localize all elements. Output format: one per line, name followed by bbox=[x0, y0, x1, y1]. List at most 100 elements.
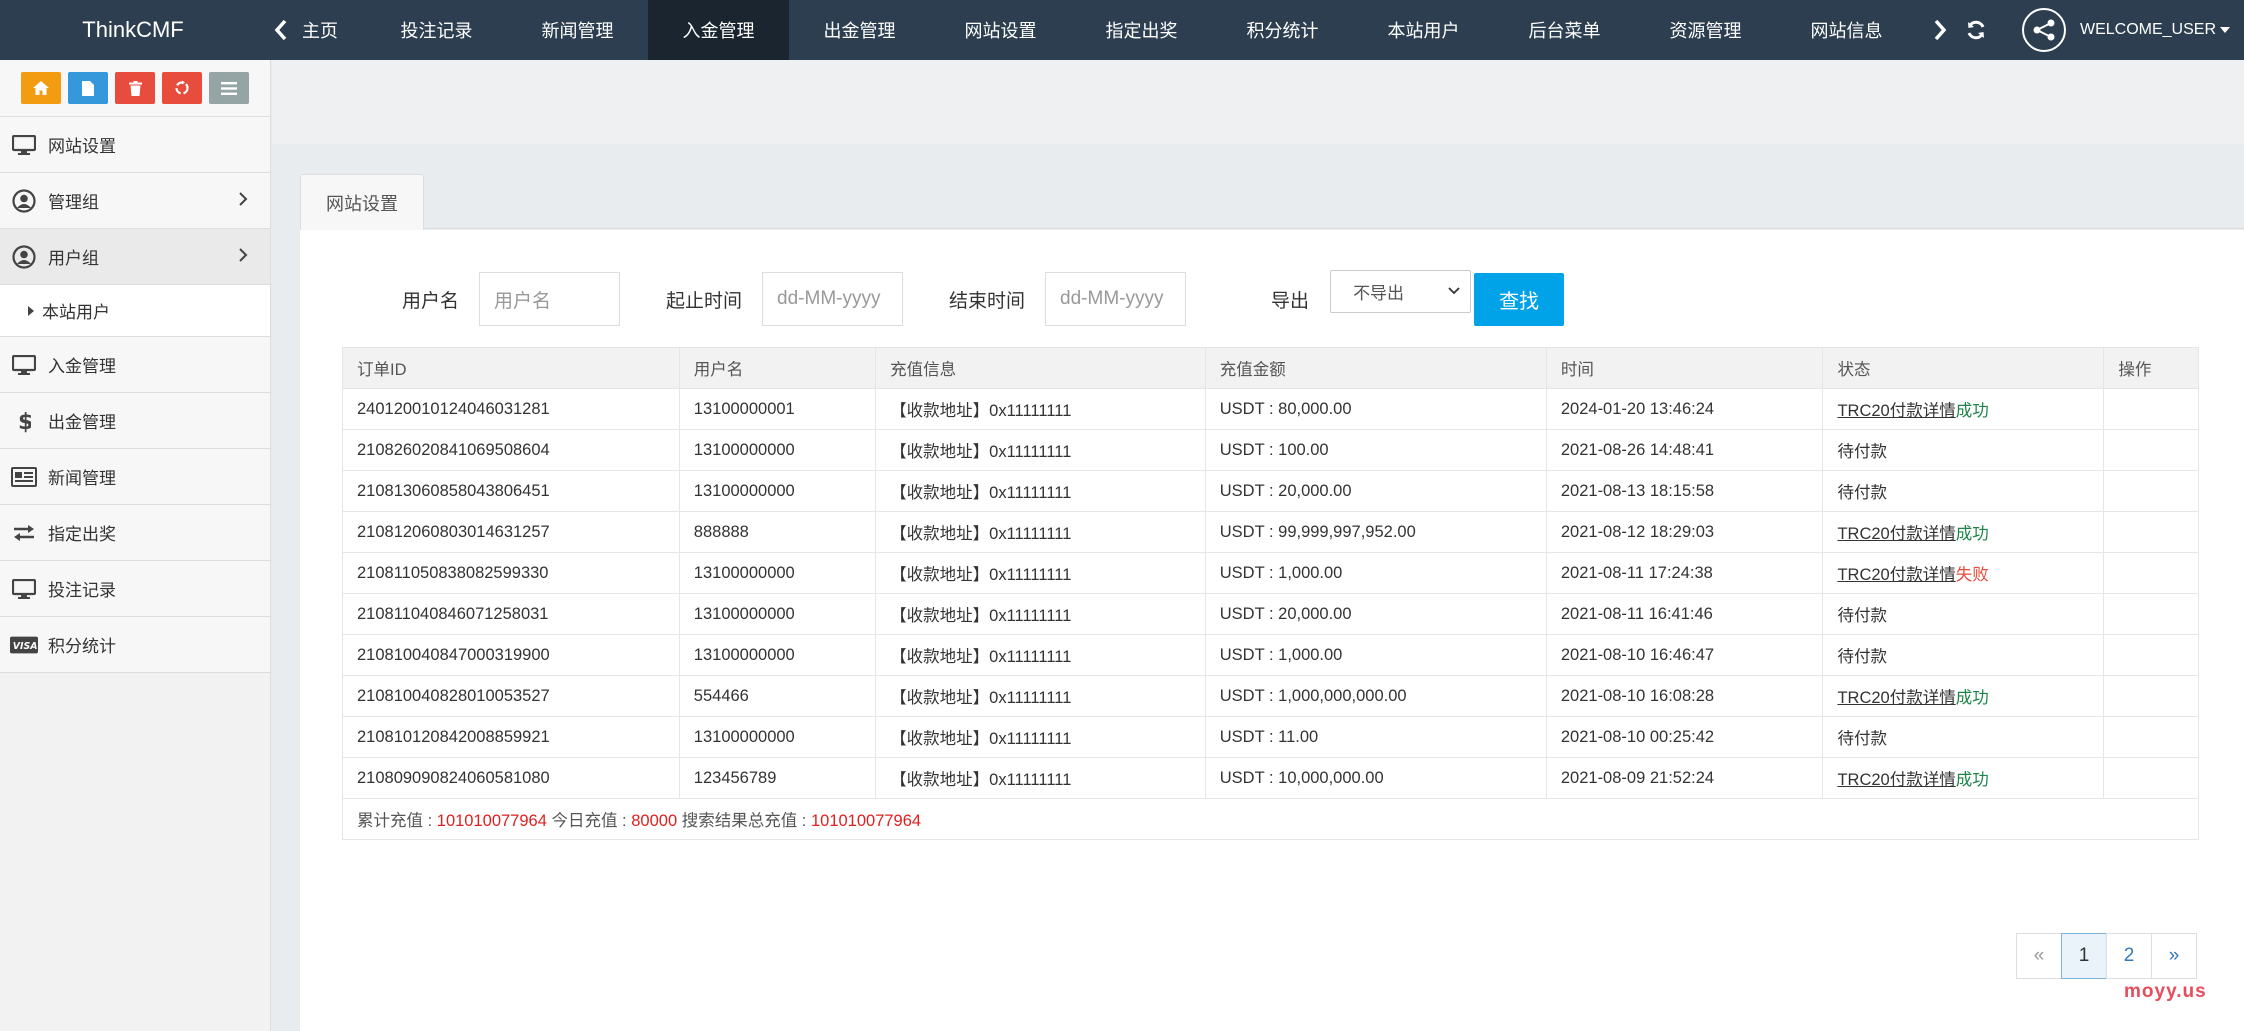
sidebar-item-label: 入金管理 bbox=[48, 357, 116, 376]
username-cell: 888888 bbox=[678, 511, 877, 553]
nav-menu: 主页 投注记录 新闻管理 入金管理 出金管理 网站设置 指定出奖 积分统计 本站用户 后台菜单资… bbox=[296, 0, 1917, 60]
table-row: 210810040847000319900 13100000000 【收款地址】0x… bbox=[342, 634, 2199, 676]
refresh-icon bbox=[1967, 20, 1985, 40]
recharge-info-cell: 【收款地址】0x11111111 bbox=[875, 757, 1206, 799]
pagination-prev-button[interactable]: « bbox=[2016, 933, 2062, 979]
actions-cell bbox=[2103, 429, 2199, 471]
recharge-info-cell: 【收款地址】0x11111111 bbox=[875, 511, 1206, 553]
nav-item-10[interactable]: 网站信息 bbox=[1776, 0, 1917, 60]
start-date-input[interactable]: dd-MM-yyyy bbox=[762, 272, 904, 326]
filter-form: 用户名 用户名 起止时间 dd-MM-yyyy 结束时间 dd-MM-yyyy … bbox=[402, 269, 1565, 326]
chevron-right-icon bbox=[1934, 19, 1947, 41]
tab-website-settings[interactable]: 网站设置 bbox=[300, 174, 424, 231]
nav-scroll-left-button[interactable] bbox=[266, 19, 296, 41]
nav-item-7[interactable]: 本站用户 bbox=[1353, 0, 1494, 60]
user-circle-icon bbox=[10, 187, 38, 215]
sidebar-item-5[interactable]: $ 出金管理 bbox=[0, 393, 270, 449]
nav-item-3[interactable]: 出金管理 bbox=[789, 0, 930, 60]
username-input[interactable]: 用户名 bbox=[479, 272, 621, 326]
share-nodes-icon bbox=[2033, 19, 2055, 41]
monitor-icon bbox=[10, 131, 38, 159]
newspaper-icon bbox=[10, 463, 38, 491]
sidebar-item-label: 新闻管理 bbox=[48, 469, 116, 488]
search-button[interactable]: 查找 bbox=[1474, 272, 1565, 326]
sidebar-item-label: 积分统计 bbox=[48, 637, 116, 656]
shortcut-recycle-button[interactable] bbox=[162, 72, 202, 104]
sidebar-item-label: 出金管理 bbox=[48, 413, 116, 432]
svg-text:$: $ bbox=[18, 410, 31, 433]
status-badge: 待付款 bbox=[1837, 607, 1887, 625]
sidebar-item-label: 指定出奖 bbox=[48, 525, 116, 544]
sidebar-item-label: 用户组 bbox=[48, 249, 99, 268]
table-row: 210811050838082599330 13100000000 【收款地址】0x… bbox=[342, 552, 2199, 594]
sidebar-subitem-3[interactable]: 本站用户 bbox=[0, 285, 270, 337]
username-cell: 123456789 bbox=[678, 757, 877, 799]
sidebar-item-9[interactable]: VISA 积分统计 bbox=[0, 617, 270, 673]
order-id-cell: 210812060803014631257 bbox=[342, 511, 680, 553]
nav-scroll-right-button[interactable] bbox=[1922, 0, 1958, 60]
amount-cell: USDT : 1,000,000,000.00 bbox=[1204, 675, 1547, 717]
nav-item-9[interactable]: 资源管理 bbox=[1635, 0, 1776, 60]
status-cell: 待付款 bbox=[1822, 470, 2105, 512]
refresh-button[interactable] bbox=[1958, 0, 1994, 60]
sidebar-item-4[interactable]: 入金管理 bbox=[0, 337, 270, 393]
username-cell: 13100000000 bbox=[678, 552, 877, 594]
pagination: «1 2» bbox=[2016, 933, 2197, 979]
recycle-icon bbox=[175, 80, 189, 95]
column-header: 订单ID bbox=[342, 347, 680, 389]
end-date-input[interactable]: dd-MM-yyyy bbox=[1045, 272, 1187, 326]
shortcut-home-button[interactable] bbox=[21, 72, 61, 104]
sidebar-item-0[interactable]: 网站设置 bbox=[0, 117, 270, 173]
amount-cell: USDT : 20,000.00 bbox=[1204, 593, 1547, 635]
actions-cell bbox=[2103, 716, 2199, 758]
dollar-icon: $ bbox=[10, 407, 38, 435]
shortcut-file-button[interactable] bbox=[68, 72, 108, 104]
shortcut-list-button[interactable] bbox=[209, 72, 249, 104]
status-badge: 成功 bbox=[1955, 771, 1989, 789]
avatar bbox=[2021, 8, 2066, 52]
pagination-page-1[interactable]: 1 bbox=[2061, 933, 2107, 979]
status-badge: 失败 bbox=[1955, 566, 1989, 584]
time-cell: 2021-08-09 21:52:24 bbox=[1545, 757, 1824, 799]
nav-item-4[interactable]: 网站设置 bbox=[930, 0, 1071, 60]
sidebar-item-2[interactable]: 用户组 bbox=[0, 229, 270, 285]
shortcut-trash-button[interactable] bbox=[115, 72, 155, 104]
nav-item-0[interactable]: 投注记录 bbox=[366, 0, 507, 60]
nav-item-5[interactable]: 指定出奖 bbox=[1071, 0, 1212, 60]
recharge-info-cell: 【收款地址】0x11111111 bbox=[875, 675, 1206, 717]
today-recharge-label: 今日充值 : bbox=[546, 812, 632, 830]
sidebar-item-6[interactable]: 新闻管理 bbox=[0, 449, 270, 505]
trc20-detail-link[interactable]: TRC20付款详情 bbox=[1837, 525, 1955, 543]
export-label: 导出 bbox=[1271, 290, 1310, 312]
username-cell: 13100000001 bbox=[678, 388, 877, 430]
pagination-page-2[interactable]: 2 bbox=[2106, 933, 2152, 979]
trc20-detail-link[interactable]: TRC20付款详情 bbox=[1837, 566, 1955, 584]
sidebar-item-8[interactable]: 投注记录 bbox=[0, 561, 270, 617]
tab-bar: 网站设置 bbox=[300, 174, 2244, 231]
nav-item-8[interactable]: 后台菜单 bbox=[1494, 0, 1635, 60]
nav-item-home[interactable]: 主页 bbox=[296, 0, 366, 60]
nav-item-1[interactable]: 新闻管理 bbox=[507, 0, 648, 60]
nav-item-6[interactable]: 积分统计 bbox=[1212, 0, 1353, 60]
table-row: 210811040846071258031 13100000000 【收款地址】0x… bbox=[342, 593, 2199, 635]
sidebar-item-1[interactable]: 管理组 bbox=[0, 173, 270, 229]
time-cell: 2024-01-20 13:46:24 bbox=[1545, 388, 1824, 430]
trc20-detail-link[interactable]: TRC20付款详情 bbox=[1837, 689, 1955, 707]
total-recharge-label: 累计充值 : bbox=[357, 812, 437, 830]
nav-item-2[interactable]: 入金管理 bbox=[648, 0, 789, 60]
trc20-detail-link[interactable]: TRC20付款详情 bbox=[1837, 402, 1955, 420]
username-cell: 13100000000 bbox=[678, 593, 877, 635]
actions-cell bbox=[2103, 593, 2199, 635]
username-cell: 554466 bbox=[678, 675, 877, 717]
column-header: 操作 bbox=[2103, 347, 2199, 389]
user-menu[interactable]: WELCOME_USER bbox=[2021, 8, 2230, 52]
column-header: 充值信息 bbox=[875, 347, 1206, 389]
export-select[interactable]: 不导出 bbox=[1330, 269, 1472, 313]
pagination-next-button[interactable]: » bbox=[2151, 933, 2197, 979]
sidebar-item-7[interactable]: 指定出奖 bbox=[0, 505, 270, 561]
status-cell: TRC20付款详情成功 bbox=[1822, 757, 2105, 799]
amount-cell: USDT : 100.00 bbox=[1204, 429, 1547, 471]
brand-logo[interactable]: ThinkCMF bbox=[0, 17, 266, 43]
trc20-detail-link[interactable]: TRC20付款详情 bbox=[1837, 771, 1955, 789]
table-header-row: 订单ID 用户名 充值信息 充值金额 时间 状态 操作 bbox=[342, 347, 2199, 389]
